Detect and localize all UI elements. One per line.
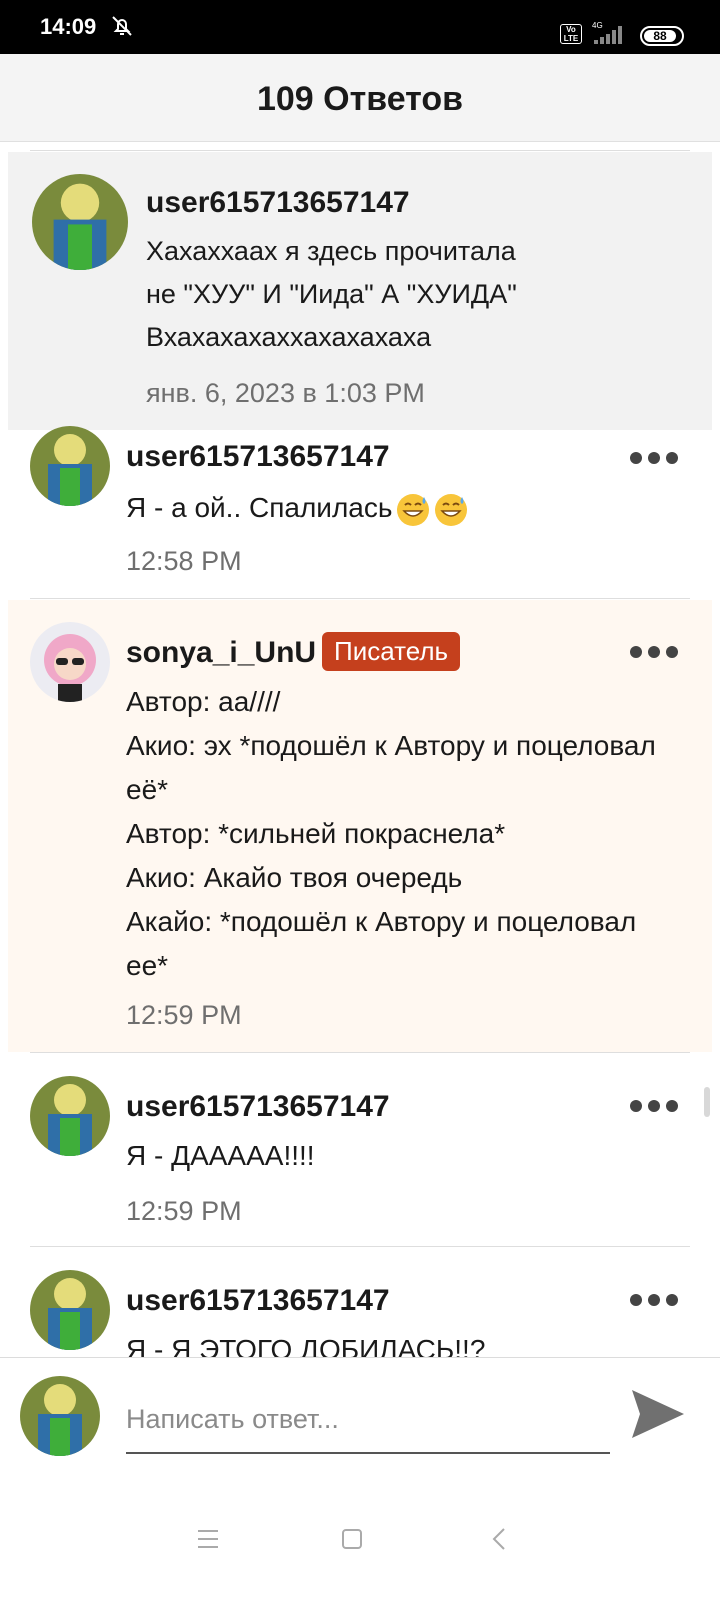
reply-input[interactable]	[126, 1386, 610, 1454]
more-options-button[interactable]	[630, 1290, 678, 1310]
comment-text: Я - ДААААА!!!!	[126, 1140, 315, 1171]
divider	[30, 150, 690, 151]
bell-off-icon	[112, 16, 132, 36]
divider	[30, 1052, 690, 1053]
avatar-image	[32, 174, 128, 270]
comment-time: 12:59 PM	[126, 1196, 242, 1226]
more-options-button[interactable]	[630, 1096, 678, 1116]
comment-text: Я - а ой.. Спалилась	[126, 486, 468, 530]
page-title: 109 Ответов	[256, 80, 464, 118]
back-chevron-icon[interactable]	[480, 1519, 520, 1559]
send-icon[interactable]	[628, 1384, 688, 1444]
header: 109 Ответов	[0, 54, 720, 142]
avatar-image	[30, 1270, 110, 1350]
comment-username[interactable]: user615713657147	[126, 1284, 390, 1318]
battery-icon: 88	[640, 26, 684, 46]
avatar[interactable]	[30, 426, 110, 506]
avatar[interactable]	[30, 1076, 110, 1156]
comment-username[interactable]: user615713657147	[126, 440, 390, 474]
more-options-button[interactable]	[630, 642, 678, 662]
writer-badge: Писатель	[322, 632, 461, 671]
comment-username[interactable]: user615713657147	[126, 1090, 390, 1124]
comment-time: 12:58 PM	[126, 546, 242, 576]
comment-time: янв. 6, 2023 в 1:03 PM	[146, 378, 425, 408]
sweat-smile-emoji-icon	[397, 493, 430, 526]
comment-username[interactable]: sonya_i_UnU	[126, 636, 316, 670]
comment-text: Автор: аа//// Акио: эх *подошёл к Автору…	[126, 686, 656, 981]
system-nav-bar	[0, 1475, 720, 1600]
signal-icon: 4G	[592, 21, 622, 44]
avatar-image	[20, 1376, 100, 1456]
divider	[30, 1246, 690, 1247]
avatar-image	[30, 622, 110, 702]
more-options-button[interactable]	[630, 448, 678, 468]
avatar[interactable]	[32, 174, 128, 270]
battery-level: 88	[644, 30, 676, 42]
avatar-image	[30, 1076, 110, 1156]
sweat-smile-emoji-icon	[435, 493, 468, 526]
avatar[interactable]	[30, 1270, 110, 1350]
comment-username[interactable]: user615713657147	[146, 186, 410, 220]
reply-bar	[0, 1357, 720, 1475]
menu-icon[interactable]	[188, 1519, 228, 1559]
scrollbar[interactable]	[704, 1087, 710, 1117]
status-time: 14:09	[40, 14, 97, 39]
volte-icon: Vo LTE	[560, 24, 582, 44]
comment-text: Хахаххаах я здесь прочитала не "ХУУ" И "…	[146, 236, 517, 352]
divider	[30, 598, 690, 599]
current-user-avatar[interactable]	[20, 1376, 100, 1456]
comment-text-content: Я - а ой.. Спалилась	[126, 492, 393, 523]
svg-text:4G: 4G	[592, 21, 603, 30]
comment-time: 12:59 PM	[126, 1000, 242, 1030]
comment-list[interactable]: user615713657147 Хахаххаах я здесь прочи…	[0, 142, 720, 1382]
avatar[interactable]	[30, 622, 110, 702]
home-square-icon[interactable]	[332, 1519, 372, 1559]
status-bar: 14:09 Vo LTE 4G 88	[0, 0, 720, 54]
avatar-image	[30, 426, 110, 506]
